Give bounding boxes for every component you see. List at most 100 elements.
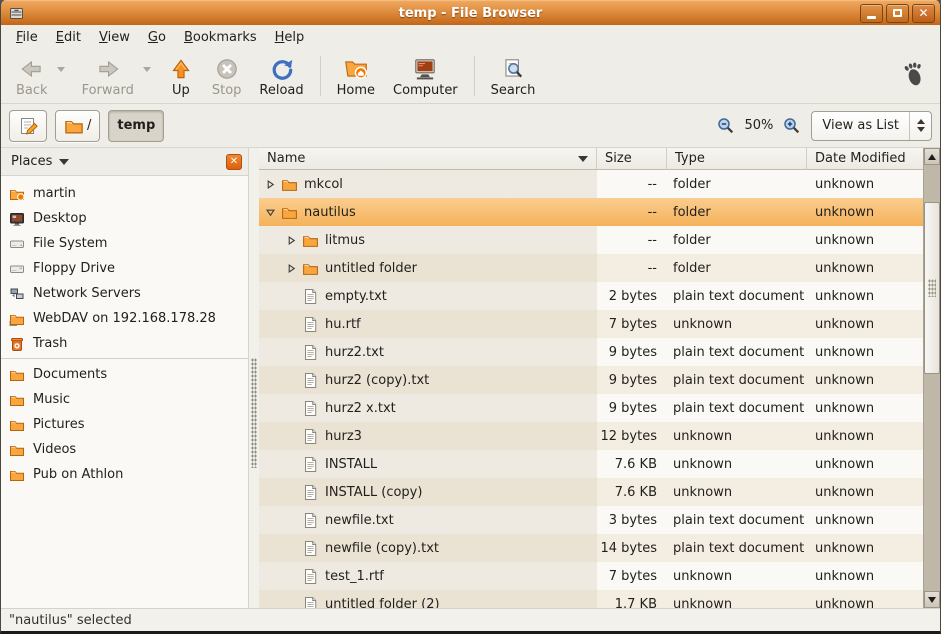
sidebar-item-floppy-drive[interactable]: Floppy Drive <box>1 256 248 281</box>
file-row-mkcol[interactable]: mkcol--folderunknown <box>259 170 923 198</box>
edit-location-button[interactable] <box>9 110 47 142</box>
sidebar-item-music[interactable]: Music <box>1 387 248 412</box>
file-row-newfile-txt[interactable]: newfile.txt3 bytesplain text documentunk… <box>259 506 923 534</box>
scroll-down-button[interactable] <box>924 591 940 608</box>
forward-icon <box>95 56 121 82</box>
sidebar-item-videos[interactable]: Videos <box>1 437 248 462</box>
file-name: mkcol <box>304 177 343 192</box>
file-size: 9 bytes <box>597 338 667 366</box>
reload-button[interactable]: Reload <box>250 53 312 100</box>
forward-button-label: Forward <box>82 83 134 98</box>
file-row-newfile-copy-txt[interactable]: newfile (copy).txt14 bytesplain text doc… <box>259 534 923 562</box>
sidebar-item-desktop[interactable]: Desktop <box>1 206 248 231</box>
folder-icon <box>9 392 25 408</box>
minimize-button[interactable] <box>860 4 883 23</box>
computer-button[interactable]: Computer <box>384 53 467 100</box>
home-icon <box>343 56 369 82</box>
menu-go[interactable]: Go <box>139 28 175 47</box>
sidebar-item-label: Network Servers <box>33 286 141 301</box>
sidebar-item-trash[interactable]: Trash <box>1 331 248 356</box>
file-name: empty.txt <box>325 289 387 304</box>
forward-button[interactable]: Forward <box>73 53 143 100</box>
column-header-size[interactable]: Size <box>597 148 667 170</box>
menu-view[interactable]: View <box>90 28 139 47</box>
file-icon <box>302 400 319 417</box>
file-row-install[interactable]: INSTALL7.6 KBunknownunknown <box>259 450 923 478</box>
close-button[interactable]: ✕ <box>912 4 935 23</box>
titlebar[interactable]: temp - File Browser ✕ <box>1 0 940 25</box>
places-menu-button[interactable]: Places <box>11 154 226 169</box>
file-row-hurz2-txt[interactable]: hurz2.txt9 bytesplain text documentunkno… <box>259 338 923 366</box>
sidebar-item-martin[interactable]: martin <box>1 181 248 206</box>
sidebar-item-pictures[interactable]: Pictures <box>1 412 248 437</box>
maximize-button[interactable] <box>886 4 909 23</box>
file-row-install-copy-[interactable]: INSTALL (copy)7.6 KBunknownunknown <box>259 478 923 506</box>
sidebar-item-label: martin <box>33 186 76 201</box>
file-rows: mkcol--folderunknownnautilus--folderunkn… <box>259 170 923 608</box>
sidebar-close-button[interactable]: ✕ <box>226 154 242 170</box>
back-button[interactable]: Back <box>7 53 57 100</box>
scrollbar-thumb[interactable] <box>924 202 940 374</box>
up-button[interactable]: Up <box>159 53 203 100</box>
file-name: newfile (copy).txt <box>325 541 439 556</box>
stop-button[interactable]: Stop <box>203 53 251 100</box>
sidebar-header: Places ✕ <box>1 148 248 176</box>
menu-file[interactable]: File <box>7 28 47 47</box>
file-row-empty-txt[interactable]: empty.txt2 bytesplain text documentunkno… <box>259 282 923 310</box>
file-row-test-1-rtf[interactable]: test_1.rtf7 bytesunknownunknown <box>259 562 923 590</box>
file-browser-window: temp - File Browser ✕ FileEditViewGoBook… <box>0 0 941 634</box>
home-button[interactable]: Home <box>328 53 384 100</box>
zoom-level: 50% <box>745 118 774 133</box>
column-header-name[interactable]: Name <box>259 148 597 170</box>
expander-expanded-icon[interactable] <box>263 207 277 218</box>
sidebar-item-label: Trash <box>33 336 67 351</box>
zoom-in-button[interactable] <box>783 117 801 135</box>
file-size: -- <box>597 170 667 198</box>
sidebar-item-pub-on-athlon[interactable]: Pub on Athlon <box>1 462 248 487</box>
sidebar-item-network-servers[interactable]: Network Servers <box>1 281 248 306</box>
zoom-out-button[interactable] <box>717 117 735 135</box>
file-date-modified: unknown <box>807 254 923 282</box>
menu-edit[interactable]: Edit <box>47 28 90 47</box>
file-icon <box>302 428 319 445</box>
back-history-dropdown[interactable] <box>57 67 65 72</box>
vertical-scrollbar[interactable] <box>923 148 940 608</box>
expander-collapsed-icon[interactable] <box>284 263 298 274</box>
view-mode-select[interactable]: View as List <box>811 111 932 141</box>
menu-help[interactable]: Help <box>266 28 314 47</box>
file-row-hurz2-copy-txt[interactable]: hurz2 (copy).txt9 bytesplain text docume… <box>259 366 923 394</box>
file-row-untitled-folder-2-[interactable]: untitled folder (2)1.7 KBunknownunknown <box>259 590 923 608</box>
sidebar-item-file-system[interactable]: File System <box>1 231 248 256</box>
scrollbar-track[interactable] <box>924 165 940 591</box>
column-header-type[interactable]: Type <box>667 148 807 170</box>
path-root-button[interactable]: / <box>55 110 100 142</box>
file-date-modified: unknown <box>807 310 923 338</box>
file-row-untitled-folder[interactable]: untitled folder--folderunknown <box>259 254 923 282</box>
computer-button-label: Computer <box>393 83 458 98</box>
column-name-label: Name <box>267 151 305 166</box>
menu-bookmarks[interactable]: Bookmarks <box>175 28 266 47</box>
scroll-up-button[interactable] <box>924 148 940 165</box>
file-row-hurz2-x-txt[interactable]: hurz2 x.txt9 bytesplain text documentunk… <box>259 394 923 422</box>
search-button[interactable]: Search <box>482 53 545 100</box>
file-row-hu-rtf[interactable]: hu.rtf7 bytesunknownunknown <box>259 310 923 338</box>
file-date-modified: unknown <box>807 170 923 198</box>
expander-collapsed-icon[interactable] <box>284 235 298 246</box>
file-date-modified: unknown <box>807 394 923 422</box>
file-icon <box>302 456 319 473</box>
sidebar-item-webdav-on-192-168-178-28[interactable]: WebDAV on 192.168.178.28 <box>1 306 248 331</box>
path-temp-button[interactable]: temp <box>108 110 164 142</box>
drive-icon <box>9 236 25 252</box>
file-row-litmus[interactable]: litmus--folderunknown <box>259 226 923 254</box>
column-header-date-modified[interactable]: Date Modified <box>807 148 923 170</box>
folder-icon <box>302 260 319 277</box>
file-type: unknown <box>667 478 807 506</box>
sidebar-separator <box>1 358 248 359</box>
pane-splitter[interactable] <box>249 148 259 608</box>
forward-history-dropdown[interactable] <box>143 67 151 72</box>
sidebar-item-documents[interactable]: Documents <box>1 362 248 387</box>
file-row-hurz3[interactable]: hurz312 bytesunknownunknown <box>259 422 923 450</box>
file-row-nautilus[interactable]: nautilus--folderunknown <box>259 198 923 226</box>
toolbar: Back Forward UpStopReload Home Computer Searc… <box>1 49 940 104</box>
expander-collapsed-icon[interactable] <box>263 179 277 190</box>
